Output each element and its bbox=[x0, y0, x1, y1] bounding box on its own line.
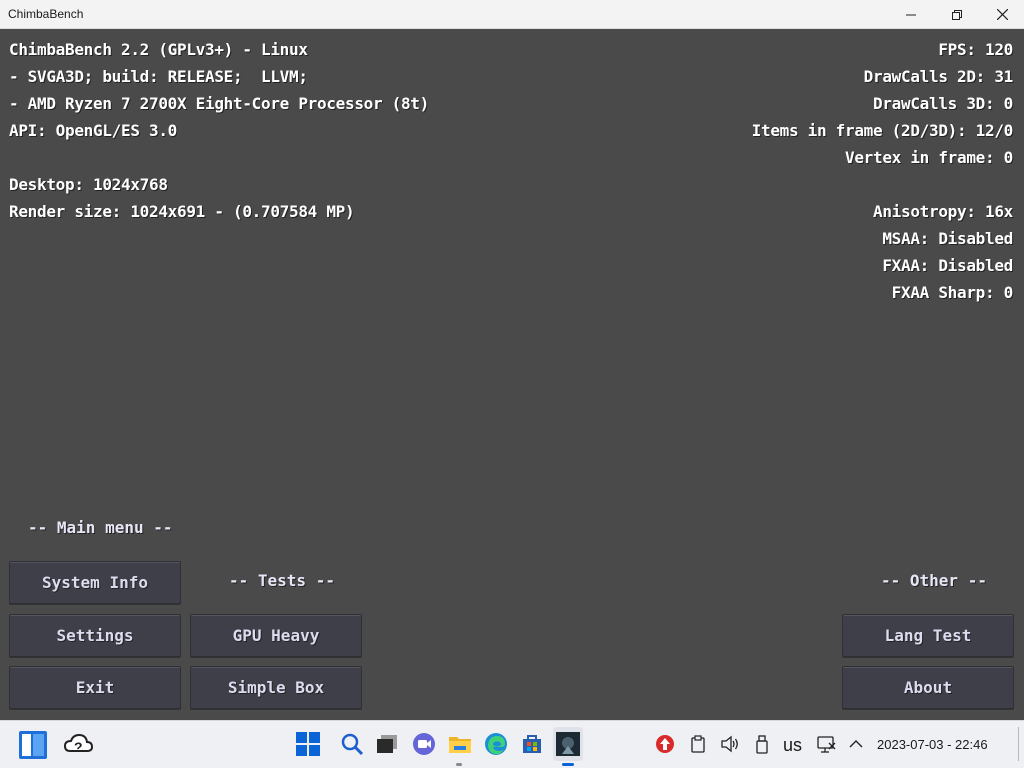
info-cpu: - AMD Ryzen 7 2700X Eight-Core Processor… bbox=[9, 94, 429, 113]
widgets-icon[interactable] bbox=[18, 730, 48, 760]
stat-fps: FPS: 120 bbox=[938, 40, 1013, 59]
close-icon bbox=[996, 9, 1008, 20]
settings-button[interactable]: Settings bbox=[9, 614, 181, 657]
lang-test-button[interactable]: Lang Test bbox=[842, 614, 1014, 657]
chevron-up-icon[interactable] bbox=[846, 731, 866, 757]
title-bar: ChimbaBench bbox=[0, 0, 1024, 29]
info-desktop: Desktop: 1024x768 bbox=[9, 175, 168, 194]
clipboard-icon[interactable] bbox=[688, 731, 708, 757]
about-button[interactable]: About bbox=[842, 666, 1014, 709]
taskbar: ? us 2023-07-03 - 22:46 bbox=[0, 720, 1024, 768]
usb-drive-icon[interactable] bbox=[752, 731, 772, 757]
stat-msaa: MSAA: Disabled bbox=[882, 229, 1013, 248]
store-icon[interactable] bbox=[519, 731, 545, 757]
keyboard-layout[interactable]: us bbox=[783, 735, 802, 756]
simple-box-button[interactable]: Simple Box bbox=[190, 666, 362, 709]
stat-fxaa: FXAA: Disabled bbox=[882, 256, 1013, 275]
chat-icon[interactable] bbox=[411, 731, 437, 757]
close-button[interactable] bbox=[979, 0, 1024, 29]
minimize-button[interactable] bbox=[888, 0, 934, 29]
file-explorer-icon[interactable] bbox=[447, 731, 473, 757]
stat-anisotropy: Anisotropy: 16x bbox=[873, 202, 1013, 221]
windows-start-icon[interactable] bbox=[295, 731, 321, 757]
show-desktop-divider[interactable] bbox=[1018, 727, 1019, 761]
app-viewport: ChimbaBench 2.2 (GPLv3+) - Linux - SVGA3… bbox=[0, 29, 1024, 720]
stat-items-in-frame: Items in frame (2D/3D): 12/0 bbox=[751, 121, 1014, 140]
system-info-button[interactable]: System Info bbox=[9, 561, 181, 604]
edge-icon[interactable] bbox=[483, 731, 509, 757]
info-app-version: ChimbaBench 2.2 (GPLv3+) - Linux bbox=[9, 40, 308, 59]
search-icon[interactable] bbox=[339, 731, 365, 757]
main-menu-label: -- Main menu -- bbox=[28, 518, 173, 537]
window-title: ChimbaBench bbox=[8, 7, 84, 21]
volume-icon[interactable] bbox=[719, 731, 741, 757]
chimbabench-icon[interactable] bbox=[553, 727, 583, 761]
network-icon[interactable] bbox=[815, 731, 837, 757]
stat-fxaa-sharp: FXAA Sharp: 0 bbox=[891, 283, 1014, 302]
other-label: -- Other -- bbox=[881, 571, 987, 590]
clock-datetime[interactable]: 2023-07-03 - 22:46 bbox=[877, 737, 988, 752]
tests-label: -- Tests -- bbox=[229, 571, 335, 590]
gpu-heavy-button[interactable]: GPU Heavy bbox=[190, 614, 362, 657]
restore-icon bbox=[952, 9, 962, 20]
exit-button[interactable]: Exit bbox=[9, 666, 181, 709]
update-icon[interactable] bbox=[654, 731, 676, 757]
info-build: - SVGA3D; build: RELEASE; LLVM; bbox=[9, 67, 308, 86]
svg-text:?: ? bbox=[74, 739, 83, 755]
chimbabench-running-indicator bbox=[562, 763, 574, 766]
weather-cloud-icon[interactable]: ? bbox=[63, 731, 93, 759]
stat-vertex-in-frame: Vertex in frame: 0 bbox=[845, 148, 1013, 167]
file-explorer-running-indicator bbox=[456, 763, 462, 766]
info-render-size: Render size: 1024x691 - (0.707584 MP) bbox=[9, 202, 355, 221]
stat-drawcalls-3d: DrawCalls 3D: 0 bbox=[873, 94, 1013, 113]
restore-button[interactable] bbox=[934, 0, 980, 29]
stat-drawcalls-2d: DrawCalls 2D: 31 bbox=[863, 67, 1014, 86]
minimize-icon bbox=[906, 14, 916, 15]
task-view-icon[interactable] bbox=[374, 731, 400, 757]
info-api: API: OpenGL/ES 3.0 bbox=[9, 121, 177, 140]
